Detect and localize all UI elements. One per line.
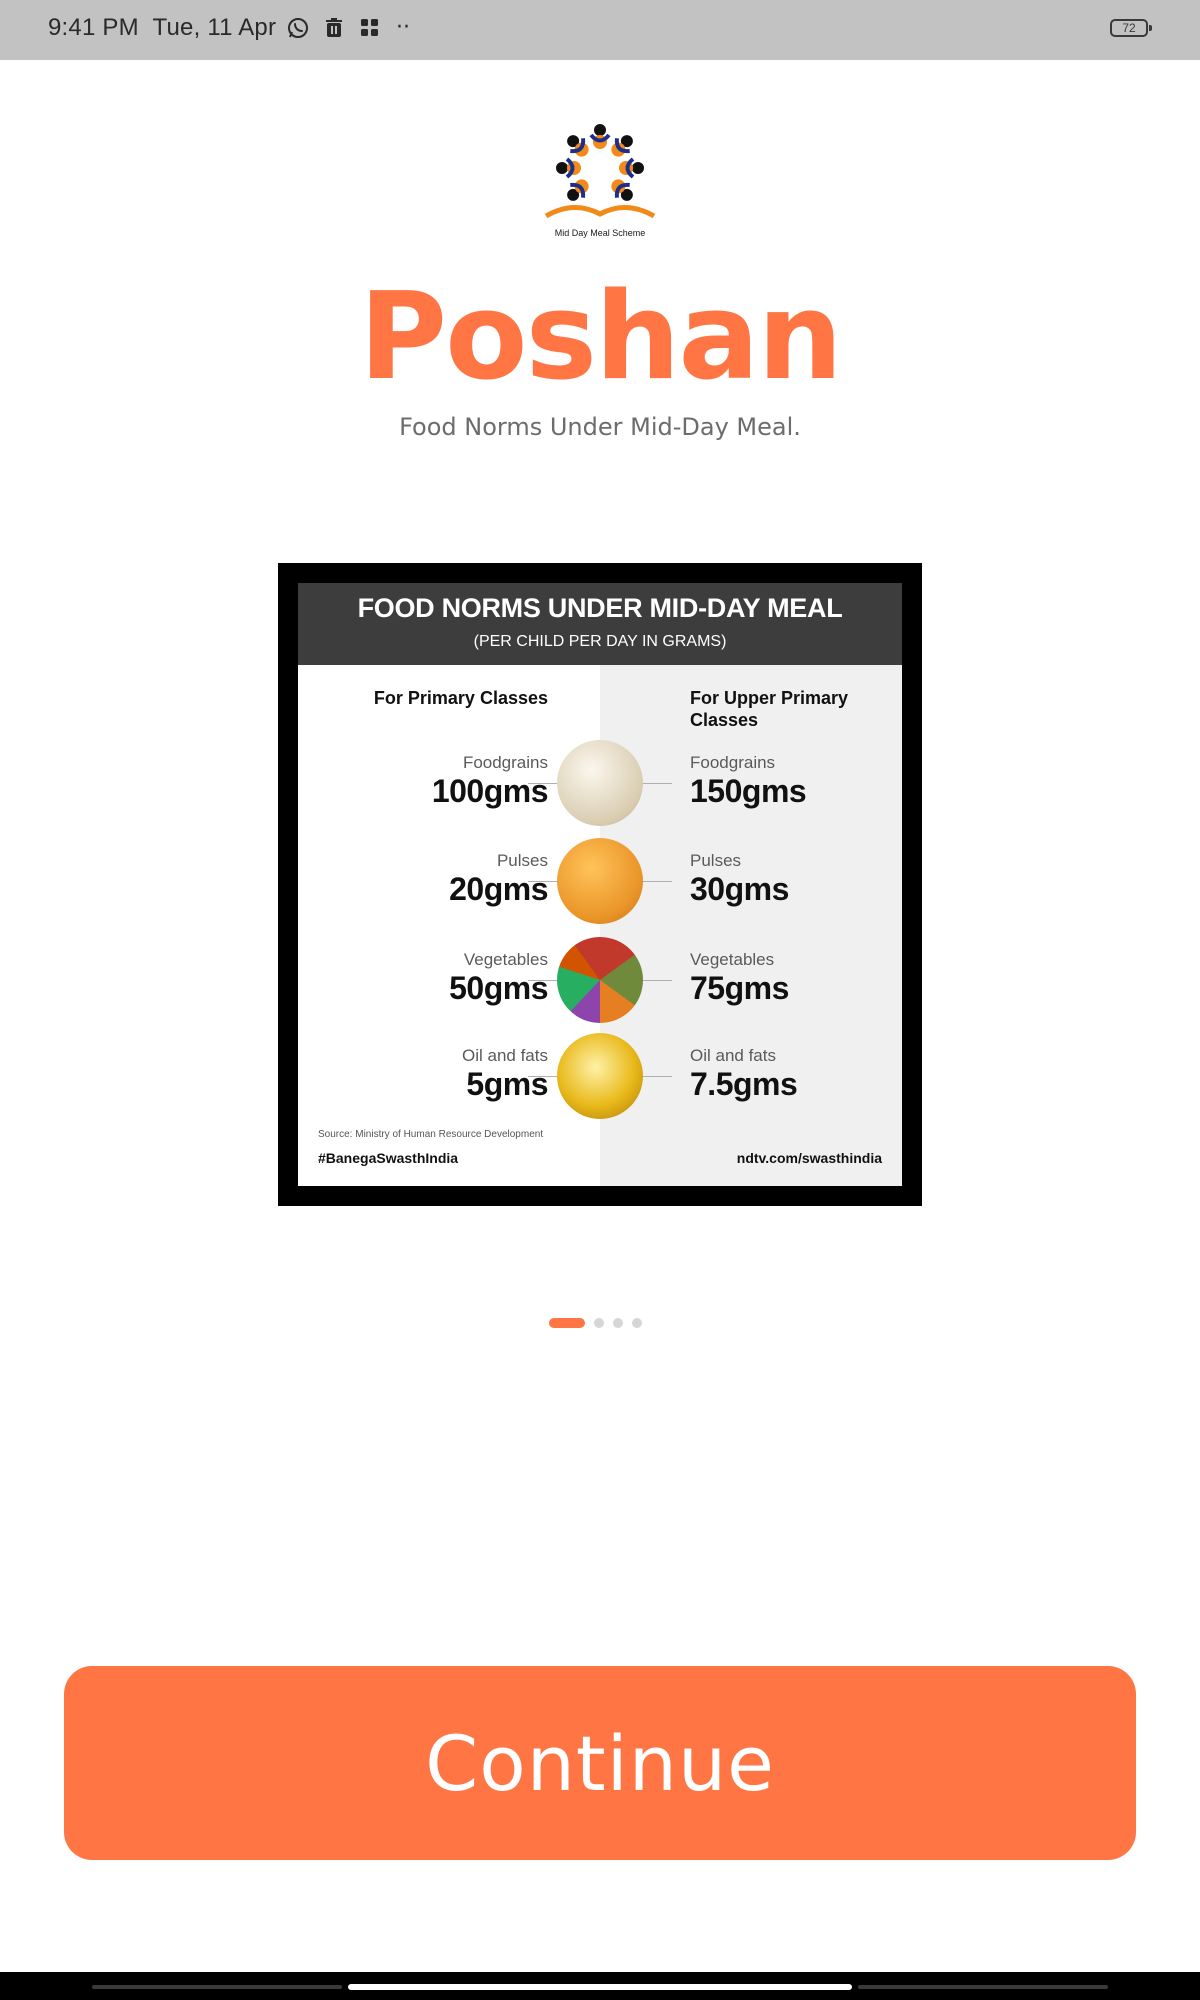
home-gesture-handle[interactable] (348, 1984, 852, 1990)
vegetables-label-primary: Vegetables (463, 950, 548, 969)
logo-graphic (544, 124, 656, 219)
vegetables-value-primary: 50gms (449, 970, 548, 1006)
pulses-value-primary: 20gms (449, 871, 548, 907)
vegetables-value-upper: 75gms (690, 970, 789, 1006)
foodgrains-label-upper: Foodgrains (690, 753, 776, 772)
poster-hashtag: #BanegaSwasthIndia (318, 1150, 459, 1166)
foodgrains-value-upper: 150gms (690, 773, 807, 809)
poster-subtitle: (PER CHILD PER DAY IN GRAMS) (473, 633, 727, 650)
whatsapp-icon (288, 18, 308, 38)
page-dot-4[interactable] (632, 1318, 642, 1328)
foodgrains-value-primary: 100gms (431, 773, 549, 809)
food-norms-poster: FOOD NORMS UNDER MID-DAY MEAL (PER CHILD… (298, 583, 902, 1186)
poster-website: ndtv.com/swasthindia (736, 1150, 882, 1166)
battery-icon: 72 (1110, 19, 1152, 37)
status-bar: 9:41 PM Tue, 11 Apr ·· 72 (0, 0, 1200, 60)
page-dot-1[interactable] (549, 1318, 585, 1328)
oil-fats-value-primary: 5gms (466, 1066, 548, 1102)
poster-title: FOOD NORMS UNDER MID-DAY MEAL (357, 593, 843, 623)
more-notifications-indicator: ·· (396, 15, 410, 40)
oil-fats-value-upper: 7.5gms (690, 1066, 798, 1102)
page-dot-3[interactable] (613, 1318, 623, 1328)
page-dot-2[interactable] (594, 1318, 604, 1328)
status-time-date: 9:41 PM Tue, 11 Apr (48, 14, 276, 42)
continue-button[interactable]: Continue (64, 1666, 1136, 1860)
poster-source: Source: Ministry of Human Resource Devel… (318, 1129, 544, 1140)
oil-fats-label-primary: Oil and fats (462, 1046, 548, 1065)
nav-bar-segment-right (858, 1985, 1108, 1989)
mid-day-meal-logo: Mid Day Meal Scheme (540, 112, 660, 242)
oil-bowl-image (557, 1033, 643, 1119)
apps-grid-icon (361, 19, 378, 36)
status-date: Tue, 11 Apr (152, 14, 277, 41)
mixed-vegetables-image (557, 937, 643, 1023)
vegetables-label-upper: Vegetables (690, 950, 775, 969)
battery-level: 72 (1122, 21, 1136, 35)
pulses-label-primary: Pulses (496, 851, 548, 870)
navigation-bar (0, 1972, 1200, 2000)
status-time: 9:41 PM (48, 14, 139, 41)
foodgrains-label-primary: Foodgrains (462, 753, 548, 772)
upper-primary-classes-heading: For Upper Primary Classes (690, 688, 849, 730)
oil-fats-label-upper: Oil and fats (690, 1046, 776, 1065)
pulses-label-upper: Pulses (690, 851, 742, 870)
lentils-image (557, 838, 643, 924)
app-title: Poshan (359, 268, 843, 407)
app-subtitle: Food Norms Under Mid-Day Meal. (399, 413, 801, 441)
rice-grains-image (557, 740, 643, 826)
carousel-page-indicator (549, 1318, 642, 1328)
notification-icons: ·· (286, 16, 410, 40)
primary-classes-heading: For Primary Classes (373, 688, 548, 708)
nav-bar-segment-left (92, 1985, 342, 1989)
pulses-value-upper: 30gms (690, 871, 789, 907)
carousel-slide[interactable]: FOOD NORMS UNDER MID-DAY MEAL (PER CHILD… (278, 563, 922, 1206)
logo-caption: Mid Day Meal Scheme (554, 228, 646, 238)
trash-icon (326, 18, 342, 37)
poster-header: FOOD NORMS UNDER MID-DAY MEAL (PER CHILD… (298, 583, 902, 665)
